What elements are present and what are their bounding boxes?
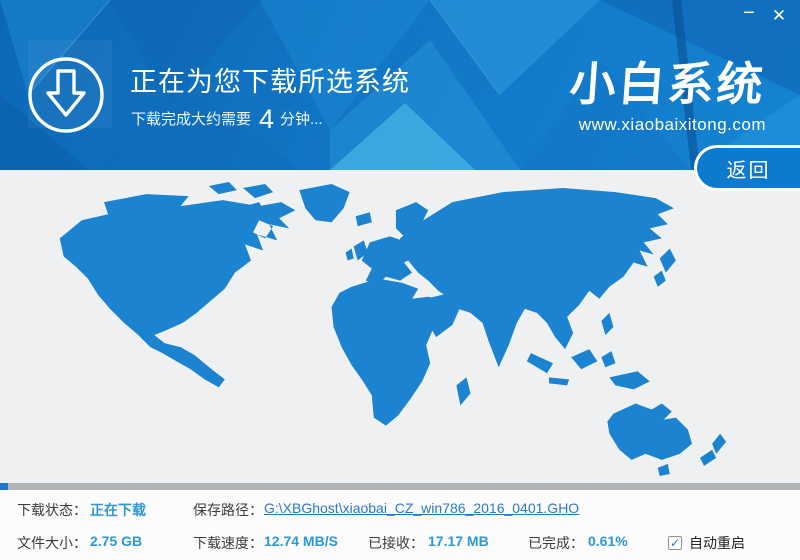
speed-label: 下载速度： [193,533,263,553]
file-size-label: 文件大小： [17,533,87,553]
save-path-label: 保存路径： [193,500,263,520]
auto-restart-checkbox[interactable]: ✓ [668,536,682,550]
received-value: 17.17 MB [428,533,489,549]
save-path-link[interactable]: G:\XBGhost\xiaobai_CZ_win786_2016_0401.G… [264,500,579,516]
auto-restart-label: 自动重启 [689,533,745,553]
progress-bar-track [0,483,800,490]
received-label: 已接收： [368,533,424,553]
completed-value: 0.61% [588,533,628,549]
main-content [0,170,800,483]
header-title: 正在为您下载所选系统 [130,60,410,99]
speed-value: 12.74 MB/S [264,533,338,549]
minimize-button[interactable]: − [736,1,762,25]
download-status-label: 下载状态： [17,500,87,520]
header-subtitle: 下载完成大约需要4分钟... [131,104,323,135]
back-button[interactable]: 返回 [694,145,800,191]
status-footer: 下载状态： 正在下载 保存路径： G:\XBGhost\xiaobai_CZ_w… [0,490,800,560]
subtitle-prefix: 下载完成大约需要 [131,111,251,128]
app-window: − ✕ 正在为您下载所选系统 下载完成大约需要4分钟... 小白系统 www.x… [0,0,800,560]
logo-text: 小白系统 [568,48,769,114]
auto-restart-option[interactable]: ✓ 自动重启 [668,533,745,553]
close-button[interactable]: ✕ [766,4,792,28]
subtitle-suffix: 分钟... [280,111,323,128]
logo-website: www.xiaobaixitong.com [570,115,766,135]
download-icon [26,55,106,135]
subtitle-minutes: 4 [251,104,280,134]
completed-label: 已完成： [528,533,584,553]
logo-block: 小白系统 www.xiaobaixitong.com [570,48,766,135]
download-status-value: 正在下载 [90,500,146,520]
file-size-value: 2.75 GB [90,533,142,549]
progress-fill [0,483,8,490]
world-map [56,180,744,478]
header: − ✕ 正在为您下载所选系统 下载完成大约需要4分钟... 小白系统 www.x… [0,0,800,170]
